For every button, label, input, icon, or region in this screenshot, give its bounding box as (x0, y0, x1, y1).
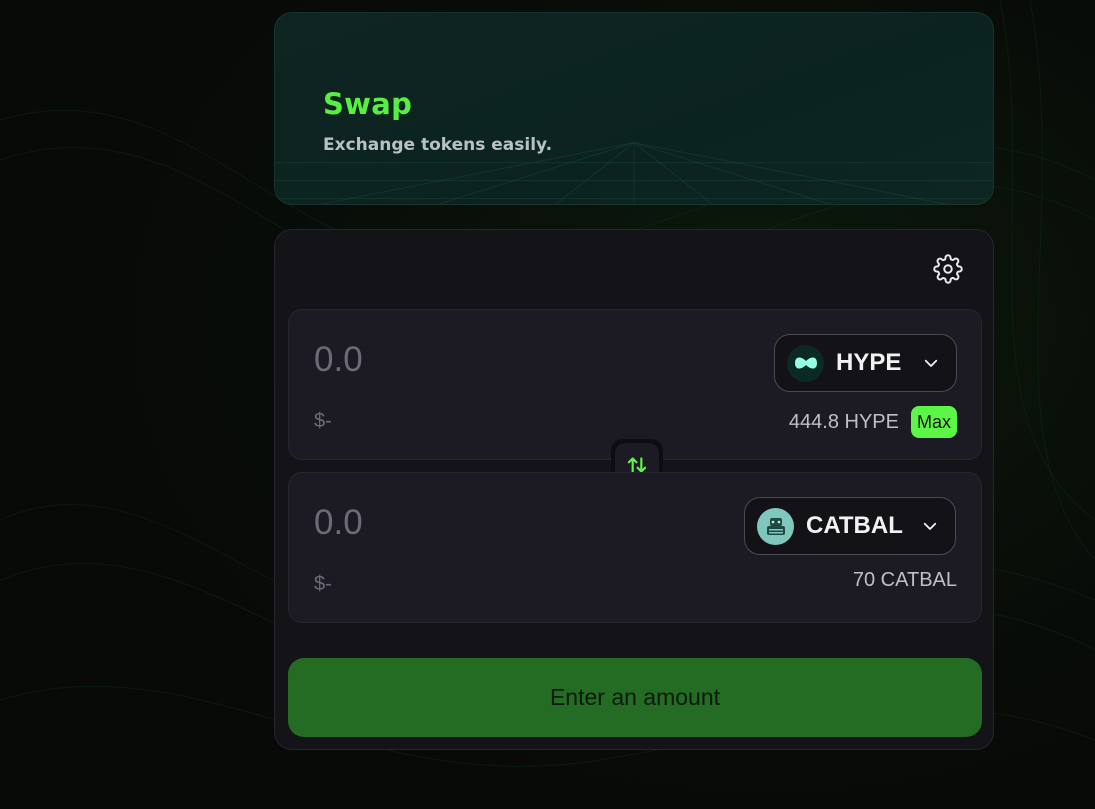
from-token-panel: $- HYPE 444.8 HYPE Max (288, 309, 982, 460)
from-balance: 444.8 HYPE (788, 410, 899, 433)
to-token-symbol: CATBAL (806, 512, 903, 539)
settings-button[interactable] (931, 252, 965, 286)
from-usd-value: $- (314, 410, 332, 432)
page-title: Swap (323, 87, 413, 121)
to-balance-row: 70 CATBAL (853, 569, 957, 592)
max-button[interactable]: Max (910, 406, 957, 438)
to-usd-value: $- (314, 573, 332, 595)
catbal-token-icon (757, 507, 794, 545)
to-token-selector[interactable]: CATBAL (744, 497, 956, 555)
chevron-down-icon (923, 522, 937, 530)
chevron-down-icon (924, 359, 938, 367)
from-token-symbol: HYPE (836, 349, 902, 376)
to-token-panel: $- CATBAL 70 CATBAL (288, 472, 982, 623)
gear-icon (933, 254, 963, 284)
swap-header-banner: Swap Exchange tokens easily. (274, 12, 994, 205)
page-subtitle: Exchange tokens easily. (323, 135, 553, 155)
to-amount-input[interactable] (314, 503, 614, 543)
from-token-selector[interactable]: HYPE (774, 334, 957, 392)
from-balance-row: 444.8 HYPE Max (789, 406, 957, 438)
enter-amount-button[interactable]: Enter an amount (288, 658, 982, 737)
swap-card: $- HYPE 444.8 HYPE Max $- (274, 229, 994, 750)
to-balance: 70 CATBAL (852, 569, 957, 591)
hype-token-icon (787, 344, 824, 382)
from-amount-input[interactable] (314, 340, 614, 380)
